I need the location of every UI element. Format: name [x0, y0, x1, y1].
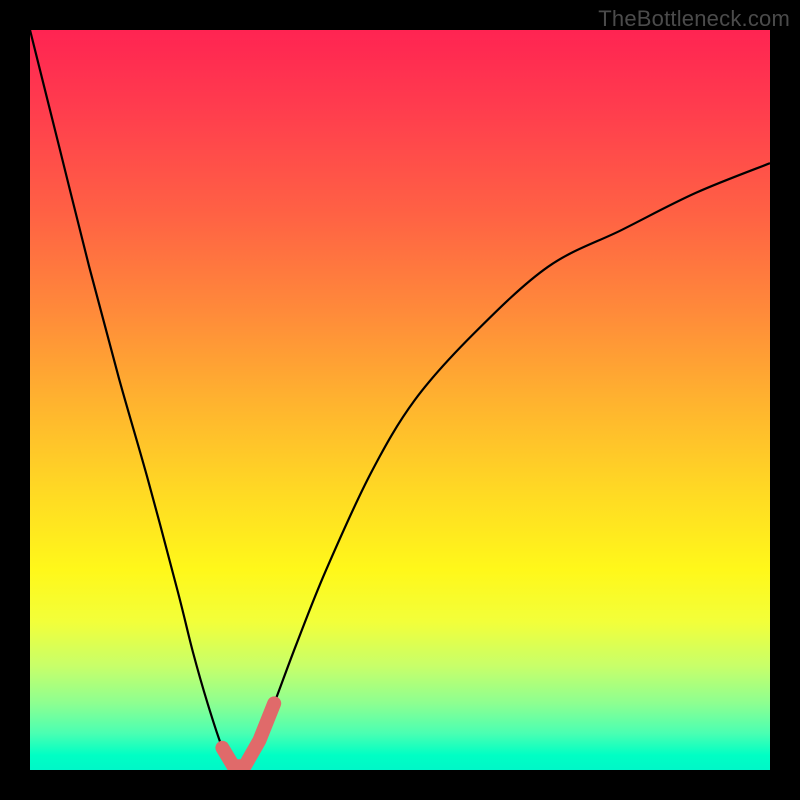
highlight-band	[222, 703, 274, 766]
chart-frame	[30, 30, 770, 770]
bottleneck-curve	[30, 30, 770, 769]
chart-svg	[30, 30, 770, 770]
watermark-text: TheBottleneck.com	[598, 6, 790, 32]
